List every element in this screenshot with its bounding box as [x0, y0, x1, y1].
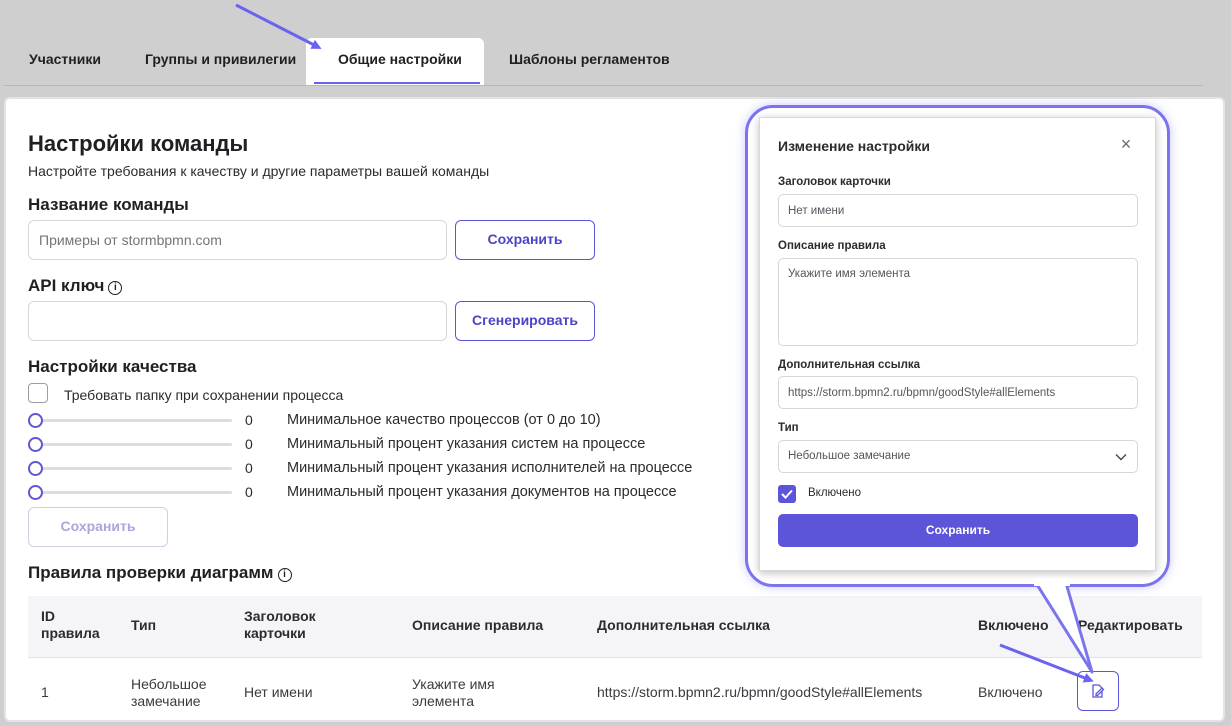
type-label: Тип	[778, 422, 799, 434]
slider-row: 0 Минимальный процент указания документо…	[28, 482, 728, 502]
edit-rule-button[interactable]	[1077, 671, 1119, 711]
tab-templates[interactable]: Шаблоны регламентов	[485, 38, 694, 86]
enabled-checkbox[interactable]	[778, 485, 796, 503]
api-key-heading-label: API ключ	[28, 276, 105, 295]
cell-description: Укажите имя элемента	[412, 676, 495, 709]
card-title-label: Заголовок карточки	[778, 176, 891, 188]
slider-label: Минимальный процент указания исполнителе…	[287, 460, 693, 476]
slider-thumb[interactable]	[28, 461, 43, 476]
slider-value: 0	[245, 436, 253, 452]
api-key-input[interactable]	[28, 301, 447, 341]
quality-save-button[interactable]: Сохранить	[28, 507, 168, 547]
slider-value: 0	[245, 412, 253, 428]
tab-participants[interactable]: Участники	[5, 38, 125, 86]
tab-general-settings[interactable]: Общие настройки	[306, 38, 484, 86]
tab-bar: Участники Группы и привилегии Общие наст…	[0, 38, 1231, 86]
slider-row: 0 Минимальный процент указания исполните…	[28, 458, 728, 478]
table-header: ID правила Тип Заголовок карточки Описан…	[28, 596, 1202, 658]
api-key-heading: API ключ i	[28, 276, 123, 296]
rules-heading: Правила проверки диаграмм i	[28, 563, 292, 583]
slider-label: Минимальное качество процессов (от 0 до …	[287, 412, 601, 428]
type-select[interactable]: Небольшое замечание	[778, 440, 1138, 473]
checkmark-icon	[781, 489, 793, 499]
slider-row: 0 Минимальный процент указания систем на…	[28, 434, 728, 454]
slider-label: Минимальный процент указания документов …	[287, 484, 677, 500]
slider-label: Минимальный процент указания систем на п…	[287, 436, 646, 452]
description-label: Описание правила	[778, 240, 886, 252]
description-textarea[interactable]: Укажите имя элемента	[778, 258, 1138, 346]
slider-track[interactable]	[34, 419, 232, 422]
column-header-edit: Редактировать	[1078, 617, 1183, 633]
slider-value: 0	[245, 484, 253, 500]
link-input[interactable]	[778, 376, 1138, 409]
chevron-down-icon	[1115, 454, 1127, 461]
slider-value: 0	[245, 460, 253, 476]
require-folder-label: Требовать папку при сохранении процесса	[64, 387, 344, 403]
tab-label: Участники	[29, 51, 101, 67]
column-header-type: Тип	[131, 617, 157, 633]
slider-track[interactable]	[34, 443, 232, 446]
team-name-save-button[interactable]: Сохранить	[455, 220, 595, 260]
column-header-description: Описание правила	[412, 617, 544, 633]
generate-api-key-button[interactable]: Сгенерировать	[455, 301, 595, 341]
link-label: Дополнительная ссылка	[778, 359, 921, 371]
tab-groups[interactable]: Группы и привилегии	[121, 38, 320, 86]
require-folder-checkbox[interactable]	[28, 383, 48, 403]
modal-title: Изменение настройки	[778, 138, 931, 154]
slider-thumb[interactable]	[28, 485, 43, 500]
slider-thumb[interactable]	[28, 437, 43, 452]
table-row: 1 Небольшое замечание Нет имени Укажите …	[28, 659, 1202, 720]
column-header-link: Дополнительная ссылка	[597, 617, 770, 633]
tab-label: Группы и привилегии	[145, 51, 297, 67]
column-header-card-title: Заголовок карточки	[244, 608, 316, 641]
slider-row: 0 Минимальное качество процессов (от 0 д…	[28, 410, 728, 430]
slider-track[interactable]	[34, 491, 232, 494]
page-subtitle: Настройте требования к качеству и другие…	[28, 163, 490, 179]
enabled-label: Включено	[808, 487, 862, 499]
team-name-heading: Название команды	[28, 195, 189, 214]
type-select-value: Небольшое замечание	[788, 450, 911, 462]
edit-setting-modal: Изменение настройки × Заголовок карточки…	[759, 117, 1156, 571]
cell-id: 1	[41, 684, 49, 700]
tab-label: Шаблоны регламентов	[509, 51, 670, 67]
slider-thumb[interactable]	[28, 413, 43, 428]
cell-type: Небольшое замечание	[131, 676, 207, 709]
page-title: Настройки команды	[28, 131, 249, 156]
column-header-id: ID правила	[41, 608, 100, 641]
slider-track[interactable]	[34, 467, 232, 470]
cell-card-title: Нет имени	[244, 684, 313, 700]
card-title-input[interactable]	[778, 194, 1138, 227]
column-header-enabled: Включено	[978, 617, 1049, 633]
info-icon[interactable]: i	[277, 568, 292, 582]
edit-icon	[1092, 684, 1105, 698]
quality-heading: Настройки качества	[28, 357, 197, 376]
team-name-input[interactable]	[28, 220, 447, 260]
cell-link: https://storm.bpmn2.ru/bpmn/goodStyle#al…	[597, 684, 923, 700]
tab-label: Общие настройки	[338, 51, 462, 67]
close-icon[interactable]: ×	[1116, 134, 1136, 154]
rules-heading-label: Правила проверки диаграмм	[28, 563, 274, 582]
cell-enabled: Включено	[978, 684, 1043, 700]
info-icon[interactable]: i	[108, 281, 123, 295]
modal-save-button[interactable]: Сохранить	[778, 514, 1138, 547]
